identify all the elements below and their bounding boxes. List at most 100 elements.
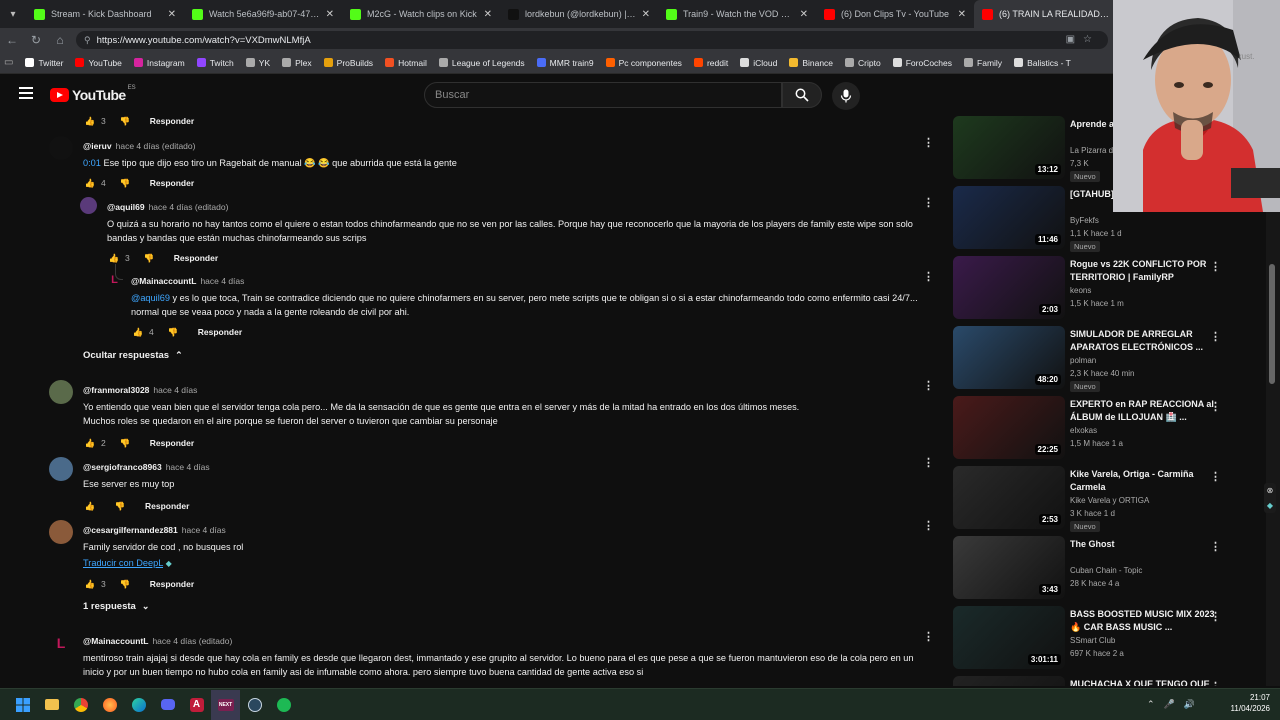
comment-date[interactable]: hace 4 días bbox=[200, 276, 244, 286]
comment-date[interactable]: hace 4 días bbox=[153, 385, 197, 395]
avatar[interactable] bbox=[49, 136, 73, 160]
system-tray-icons[interactable]: ⌃🎤🔊 bbox=[1147, 699, 1204, 710]
avatar[interactable] bbox=[80, 197, 97, 214]
video-thumbnail[interactable]: 2:53 bbox=[953, 466, 1065, 529]
bookmark-star-icon[interactable]: ▣☆ bbox=[1066, 34, 1100, 45]
browser-tab[interactable]: (6) Don Clips Tv - YouTube ✕ bbox=[816, 0, 974, 28]
steam-icon[interactable] bbox=[240, 690, 269, 720]
comment-author[interactable]: @sergiofranco8963 bbox=[83, 462, 162, 472]
back-icon[interactable]: ← bbox=[0, 33, 24, 47]
channel-name[interactable]: La Pizarra de bbox=[1070, 146, 1118, 155]
video-title[interactable]: SIMULADOR DE ARREGLAR APARATOS ELECTRÓNI… bbox=[1070, 328, 1220, 354]
reload-icon[interactable]: ↻ bbox=[24, 33, 48, 47]
search-input[interactable]: Buscar bbox=[424, 82, 782, 108]
bookmark-item[interactable]: MMR train9 bbox=[536, 58, 594, 68]
avatar[interactable]: L bbox=[106, 271, 123, 288]
dislike-icon[interactable]: 👎 bbox=[118, 436, 132, 450]
tab-close-icon[interactable]: ✕ bbox=[800, 9, 808, 20]
deepl-widget-icon[interactable]: ◆ bbox=[1267, 501, 1273, 510]
reply-button[interactable]: Responder bbox=[174, 253, 218, 263]
clock[interactable]: 21:07 11/04/2026 bbox=[1231, 692, 1270, 714]
like-icon[interactable]: 👍 bbox=[83, 577, 97, 591]
dislike-icon[interactable]: 👎 bbox=[166, 325, 180, 339]
dislike-icon[interactable]: 👎 bbox=[118, 577, 132, 591]
bookmark-item[interactable]: ProBuilds bbox=[323, 58, 373, 68]
dislike-icon[interactable]: 👎 bbox=[142, 251, 156, 265]
video-thumbnail[interactable]: 3:01:11 bbox=[953, 606, 1065, 669]
show-replies-button[interactable]: 1 respuesta ⌄ bbox=[83, 601, 149, 612]
bookmark-item[interactable]: Cripto bbox=[845, 58, 881, 68]
comment-date[interactable]: hace 4 días (editado) bbox=[149, 202, 229, 212]
reply-button[interactable]: Responder bbox=[198, 327, 242, 337]
close-icon[interactable]: ⊗ bbox=[1267, 486, 1274, 495]
bookmark-item[interactable]: reddit bbox=[693, 58, 728, 68]
comment-date[interactable]: hace 4 días bbox=[182, 525, 226, 535]
tab-close-icon[interactable]: ✕ bbox=[484, 9, 492, 20]
bookmark-item[interactable]: YouTube bbox=[75, 58, 122, 68]
like-icon[interactable]: 👍 bbox=[83, 114, 97, 128]
video-title[interactable]: The Ghost bbox=[1070, 538, 1220, 551]
edge-icon[interactable] bbox=[124, 690, 153, 720]
comment-menu-icon[interactable]: ⋮ bbox=[923, 196, 934, 209]
comment-author[interactable]: @MainaccountL bbox=[83, 636, 148, 646]
recommended-video[interactable]: 48:20 SIMULADOR DE ARREGLAR APARATOS ELEC… bbox=[953, 326, 1233, 394]
like-icon[interactable]: 👍 bbox=[83, 176, 97, 190]
video-menu-icon[interactable]: ⋮ bbox=[1210, 330, 1221, 343]
translate-link[interactable]: Traducir con DeepL bbox=[83, 558, 163, 568]
channel-name[interactable]: Cuban Chain - Topic bbox=[1070, 566, 1142, 575]
comment-author[interactable]: @franmoral3028 bbox=[83, 385, 149, 395]
bookmark-item[interactable]: Family bbox=[964, 58, 1002, 68]
video-menu-icon[interactable]: ⋮ bbox=[1210, 540, 1221, 553]
tab-close-icon[interactable]: ✕ bbox=[642, 9, 650, 20]
bookmark-item[interactable]: Binance bbox=[789, 58, 833, 68]
channel-name[interactable]: ByFekfs bbox=[1070, 216, 1099, 225]
video-title[interactable]: Kike Varela, Ortiga - Carmiña Carmela bbox=[1070, 468, 1220, 494]
channel-name[interactable]: SSmart Club bbox=[1070, 636, 1115, 645]
comment-author[interactable]: @MainaccountL bbox=[131, 276, 196, 286]
browser-tab[interactable]: Train9 - Watch the VOD on Kick ✕ bbox=[658, 0, 816, 28]
bookmark-item[interactable]: Instagram bbox=[133, 58, 185, 68]
video-thumbnail[interactable]: 2:03 bbox=[953, 256, 1065, 319]
search-button[interactable] bbox=[782, 82, 822, 108]
video-thumbnail[interactable]: 22:25 bbox=[953, 396, 1065, 459]
mention-link[interactable]: @aquil69 bbox=[131, 293, 170, 303]
browser-tab[interactable]: lordkebun (@lordkebun) | TikTok ✕ bbox=[500, 0, 658, 28]
video-title[interactable]: BASS BOOSTED MUSIC MIX 2023 🔥 CAR BASS M… bbox=[1070, 608, 1220, 634]
comment-author[interactable]: @aquil69 bbox=[107, 202, 145, 212]
browser-tab[interactable]: M2cG - Watch clips on Kick ✕ bbox=[342, 0, 500, 28]
bookmark-item[interactable]: Twitch bbox=[196, 58, 234, 68]
comment-menu-icon[interactable]: ⋮ bbox=[923, 136, 934, 149]
scrollbar-thumb[interactable] bbox=[1269, 264, 1275, 384]
dislike-icon[interactable]: 👎 bbox=[113, 499, 127, 513]
video-menu-icon[interactable]: ⋮ bbox=[1210, 400, 1221, 413]
browser-tab[interactable]: (6) TRAIN LA REALIDAD de FAMI✕ bbox=[974, 0, 1132, 28]
recommended-video[interactable]: MUCHACHA X QUE TENGO QUE⋮ bbox=[953, 676, 1233, 686]
bookmark-item[interactable]: Plex bbox=[282, 58, 312, 68]
comment-menu-icon[interactable]: ⋮ bbox=[923, 270, 934, 283]
bookmark-item[interactable]: Twitter bbox=[25, 58, 63, 68]
like-icon[interactable]: 👍 bbox=[83, 499, 97, 513]
video-thumbnail[interactable]: 11:46 bbox=[953, 186, 1065, 249]
reply-button[interactable]: Responder bbox=[145, 501, 189, 511]
tab-close-icon[interactable]: ✕ bbox=[326, 9, 334, 20]
like-icon[interactable]: 👍 bbox=[83, 436, 97, 450]
home-icon[interactable]: ⌂ bbox=[48, 33, 72, 47]
reply-button[interactable]: Responder bbox=[150, 579, 194, 589]
avatar[interactable] bbox=[49, 520, 73, 544]
video-menu-icon[interactable]: ⋮ bbox=[1210, 260, 1221, 273]
url-field[interactable]: ⚲ https://www.youtube.com/watch?v=VXDmwN… bbox=[76, 31, 1108, 49]
video-title[interactable]: EXPERTO en RAP REACCIONA al ÁLBUM de ILL… bbox=[1070, 398, 1220, 424]
site-info-icon[interactable]: ⚲ bbox=[84, 35, 91, 46]
app-a-icon[interactable]: A bbox=[182, 690, 211, 720]
comment-author[interactable]: @ieruv bbox=[83, 141, 112, 151]
bookmark-item[interactable]: YK bbox=[245, 58, 270, 68]
voice-search-button[interactable] bbox=[832, 82, 860, 110]
spotify-icon[interactable] bbox=[269, 690, 298, 720]
reply-button[interactable]: Responder bbox=[150, 116, 194, 126]
video-title[interactable]: MUCHACHA X QUE TENGO QUE bbox=[1070, 678, 1220, 686]
reply-button[interactable]: Responder bbox=[150, 438, 194, 448]
video-thumbnail[interactable]: 13:12 bbox=[953, 116, 1065, 179]
start-icon[interactable] bbox=[8, 690, 37, 720]
bookmark-item[interactable]: ForoCoches bbox=[892, 58, 952, 68]
channel-name[interactable]: keons bbox=[1070, 286, 1091, 295]
